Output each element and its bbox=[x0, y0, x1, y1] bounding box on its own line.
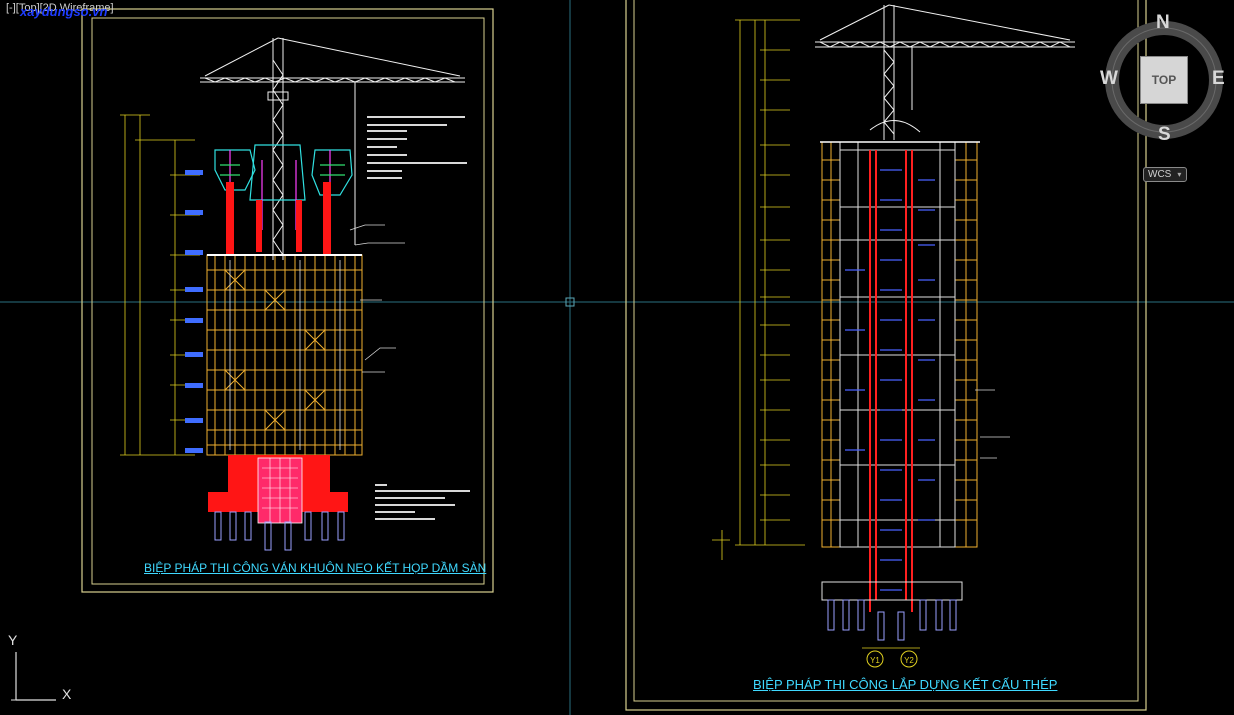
wcs-label: WCS bbox=[1148, 169, 1172, 180]
compass-west[interactable]: W bbox=[1100, 68, 1118, 90]
sheet-left bbox=[81, 8, 494, 593]
compass-south[interactable]: S bbox=[1158, 124, 1171, 146]
notes-block-bottom bbox=[375, 484, 470, 520]
chevron-down-icon: ▾ bbox=[1177, 170, 1182, 179]
core-walls-red bbox=[869, 150, 913, 612]
building-frame-right bbox=[839, 141, 956, 548]
dimension-chain-left bbox=[120, 114, 200, 456]
grid-label-y2: Y2 bbox=[904, 656, 914, 665]
scaffold-right-outer bbox=[821, 141, 978, 548]
ucs-y-label: Y bbox=[8, 632, 18, 648]
drawing-canvas[interactable]: Y1 Y2 bbox=[0, 0, 1234, 715]
watermark-logo: xaydungso.vn bbox=[20, 4, 108, 19]
sheet-right-title: BIỆP PHÁP THI CÔNG LẮP DỰNG KẾT CẤU THÉP bbox=[753, 677, 1058, 692]
compass-north[interactable]: N bbox=[1156, 12, 1170, 34]
ucs-axis-icon: Y X bbox=[4, 632, 84, 712]
sheet-right: Y1 Y2 bbox=[625, 0, 1147, 711]
sheet-left-title: BIỆP PHÁP THI CÔNG VÁN KHUÔN NEO KẾT HỌP… bbox=[144, 561, 487, 575]
foundation-right: Y1 Y2 bbox=[821, 581, 963, 668]
tower-crane-left bbox=[200, 37, 465, 260]
tower-crane-right bbox=[815, 4, 1075, 140]
grid-label-y1: Y1 bbox=[870, 656, 880, 665]
compass-east[interactable]: E bbox=[1212, 68, 1225, 90]
ucs-x-label: X bbox=[62, 686, 72, 702]
notes-block-top bbox=[367, 116, 467, 179]
foundation-left bbox=[208, 455, 348, 551]
elevation-marks-left bbox=[185, 170, 203, 453]
viewcube[interactable]: N S W E TOP bbox=[1096, 10, 1234, 150]
viewcube-top-face[interactable]: TOP bbox=[1140, 56, 1188, 104]
callouts-right bbox=[975, 389, 1010, 459]
dimension-chain-right bbox=[712, 19, 805, 560]
wcs-menu-button[interactable]: WCS ▾ bbox=[1143, 167, 1187, 182]
